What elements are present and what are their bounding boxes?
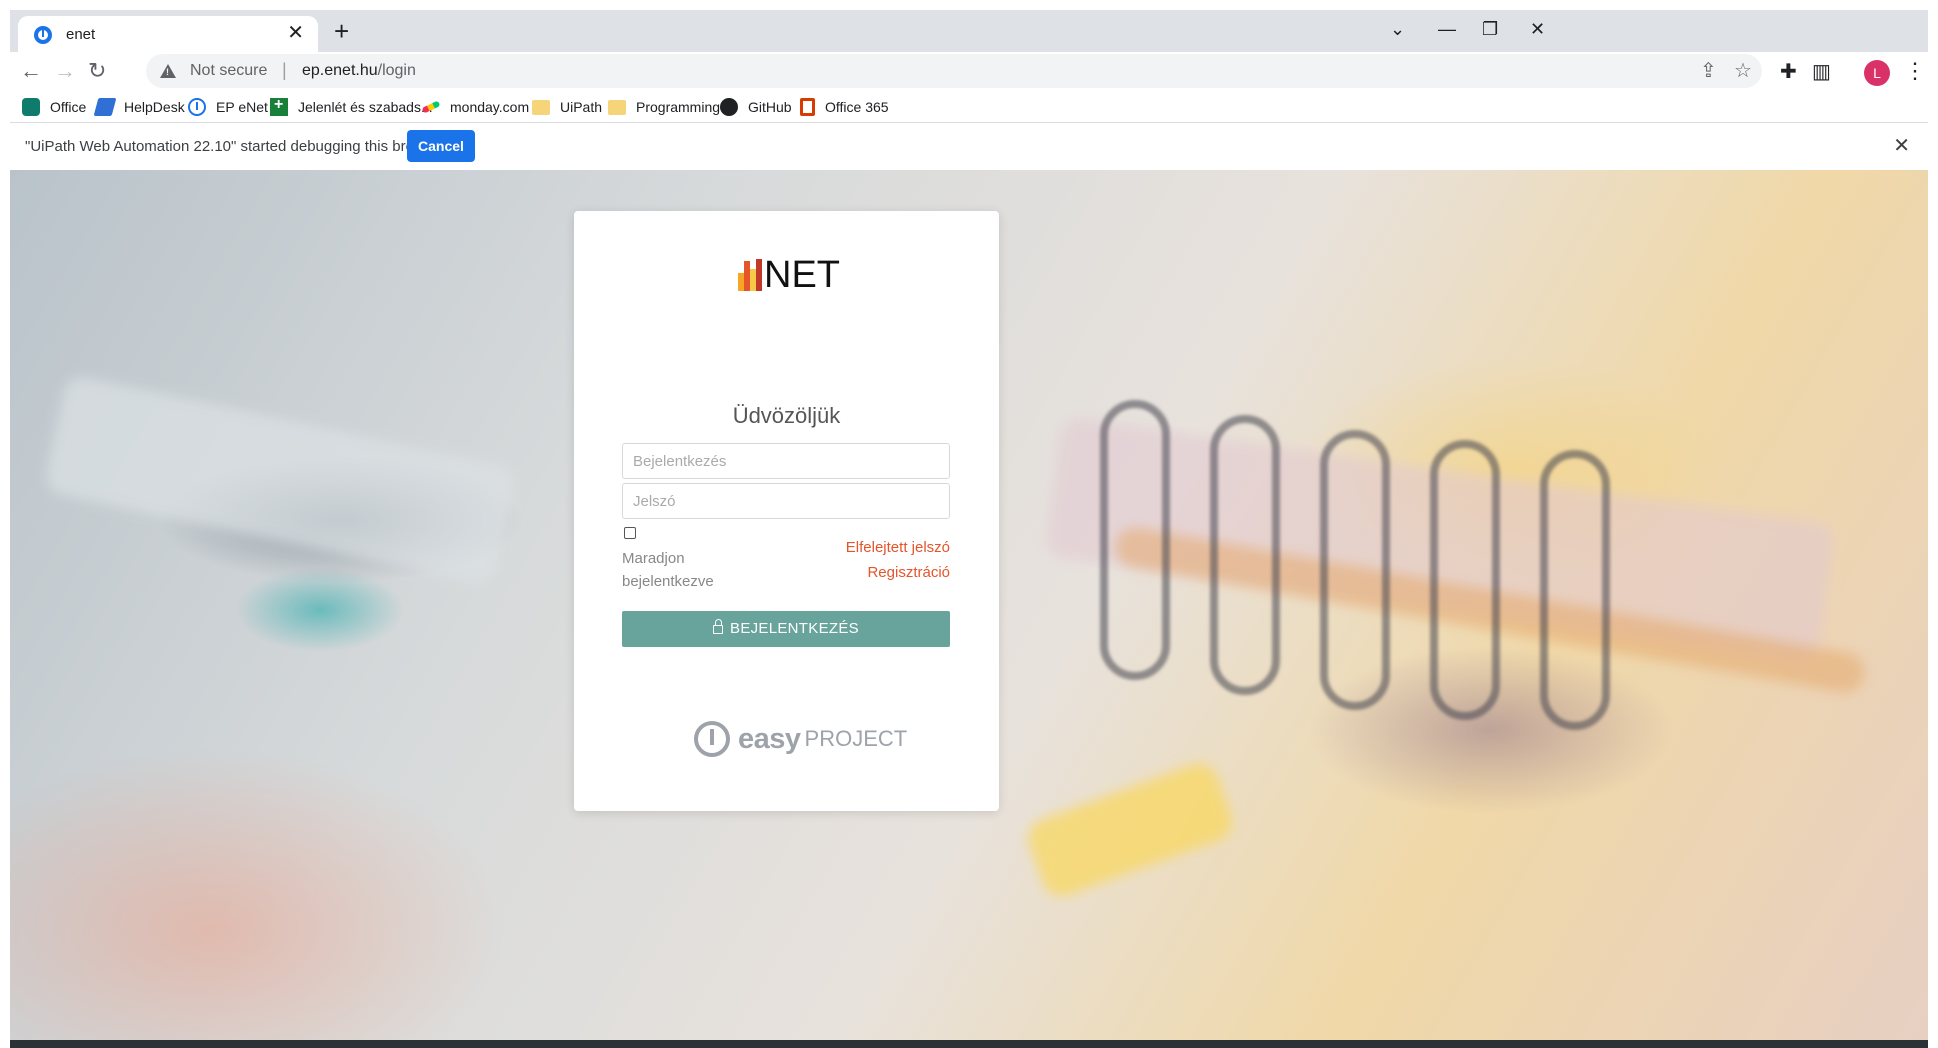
remember-me-label[interactable]: Maradjon bejelentkezve — [622, 547, 742, 593]
close-icon[interactable]: ✕ — [1893, 135, 1910, 157]
login-page-background: NET Üdvözöljük Maradjon bejelentkezve El… — [10, 170, 1928, 1048]
bookmark-ep-enet[interactable]: EP eNet — [188, 97, 268, 117]
welcome-heading: Üdvözöljük — [732, 403, 841, 428]
url-path: /login — [377, 62, 416, 79]
password-input[interactable] — [622, 483, 950, 519]
office365-icon — [800, 98, 815, 116]
new-tab-button[interactable]: + — [334, 16, 349, 46]
remember-me-checkbox[interactable] — [624, 527, 636, 539]
easyproject-easy-text: easy — [738, 722, 801, 755]
bookmark-programming[interactable]: Programming — [608, 97, 720, 117]
menu-icon[interactable]: ⋮ — [1904, 56, 1926, 86]
url-domain: ep.enet.hu — [302, 62, 378, 79]
tab-title: enet — [66, 26, 96, 43]
bookmark-uipath[interactable]: UiPath — [532, 97, 602, 117]
easyproject-icon — [34, 26, 52, 44]
jira-icon — [93, 98, 117, 116]
browser-window: enet ✕ + ⌄ — ❐ ✕ ← → ↻ Not secure | ep.e… — [10, 10, 1928, 1048]
infobar-message: "UiPath Web Automation 22.10" started de… — [25, 138, 446, 155]
bookmark-helpdesk[interactable]: HelpDesk — [93, 97, 185, 117]
minimize-button[interactable]: — — [1438, 18, 1456, 40]
background-sticky-note — [1022, 758, 1238, 902]
lock-icon — [713, 619, 724, 634]
url-text[interactable]: ep.enet.hu/login — [302, 62, 416, 80]
login-button-label: BEJELENTKEZÉS — [730, 620, 859, 637]
github-icon — [720, 98, 738, 116]
url-separator: | — [282, 60, 287, 80]
warning-icon[interactable] — [160, 64, 176, 78]
bookmark-monday[interactable]: monday.com — [422, 97, 529, 117]
bookmark-label: GitHub — [748, 99, 792, 115]
browser-toolbar: ← → ↻ Not secure | ep.enet.hu/login ⇪ ☆ — [10, 52, 1928, 92]
profile-avatar[interactable]: L — [1864, 60, 1890, 86]
background-ring — [1100, 400, 1170, 680]
bookmark-label: Jelenlét és szabads... — [298, 99, 433, 115]
close-icon[interactable]: ✕ — [287, 23, 304, 43]
easyproject-icon — [188, 98, 206, 116]
bookmark-label: UiPath — [560, 99, 603, 115]
back-button[interactable]: ← — [20, 58, 42, 84]
security-label[interactable]: Not secure — [190, 62, 267, 80]
background-ring — [1430, 440, 1500, 720]
share-icon[interactable]: ⇪ — [1700, 59, 1717, 83]
bookmark-github[interactable]: GitHub — [720, 97, 792, 117]
reload-button[interactable]: ↻ — [88, 58, 106, 84]
cancel-button[interactable]: Cancel — [407, 130, 475, 162]
bookmark-label: EP eNet — [216, 99, 268, 115]
bookmark-label: monday.com — [450, 99, 530, 115]
background-ring — [1540, 450, 1610, 730]
easyproject-icon — [694, 721, 730, 757]
bookmarks-bar: Office HelpDesk EP eNet Jelenlét és szab… — [10, 92, 1928, 122]
folder-icon — [532, 99, 550, 115]
close-window-button[interactable]: ✕ — [1530, 18, 1545, 40]
sharepoint-icon — [22, 98, 40, 116]
background-ring — [1320, 430, 1390, 710]
register-link[interactable]: Regisztráció — [867, 564, 950, 581]
forgot-password-link[interactable]: Elfelejtett jelszó — [846, 539, 950, 556]
monday-icon — [422, 98, 440, 116]
address-bar[interactable]: Not secure | ep.enet.hu/login ⇪ ☆ — [146, 54, 1762, 88]
bookmark-label: Programming — [636, 99, 721, 115]
tab-enet[interactable]: enet ✕ — [18, 16, 318, 52]
username-input[interactable] — [622, 443, 950, 479]
bookmark-office[interactable]: Office — [22, 97, 86, 117]
background-calculator — [42, 373, 518, 587]
debugging-infobar: "UiPath Web Automation 22.10" started de… — [10, 122, 1928, 170]
login-button[interactable]: BEJELENTKEZÉS — [622, 611, 950, 647]
bookmark-label: Office 365 — [825, 99, 889, 115]
tab-strip: enet ✕ + ⌄ — ❐ ✕ — [10, 10, 1928, 52]
enet-logo-mark — [738, 259, 762, 291]
forward-button[interactable]: → — [54, 58, 76, 84]
login-card: NET Üdvözöljük Maradjon bejelentkezve El… — [574, 211, 999, 811]
chevron-down-icon[interactable]: ⌄ — [1390, 18, 1405, 40]
restore-button[interactable]: ❐ — [1482, 18, 1498, 40]
sheets-icon — [270, 96, 288, 116]
bookmark-label: Office — [50, 99, 87, 115]
bookmark-office365[interactable]: Office 365 — [800, 97, 889, 117]
star-icon[interactable]: ☆ — [1734, 59, 1752, 83]
logo-text: NET — [764, 254, 840, 296]
easyproject-project-text: PROJECT — [804, 726, 908, 751]
taskbar-edge — [10, 1040, 1928, 1048]
side-panel-icon[interactable]: ▥ — [1812, 60, 1831, 84]
easyproject-logo: easy PROJECT — [694, 719, 907, 759]
folder-icon — [608, 99, 626, 115]
bookmark-label: HelpDesk — [124, 99, 185, 115]
bookmark-jelenlet[interactable]: Jelenlét és szabads... — [270, 96, 433, 117]
background-ring — [1210, 415, 1280, 695]
extensions-icon[interactable]: ✚ — [1780, 60, 1797, 84]
